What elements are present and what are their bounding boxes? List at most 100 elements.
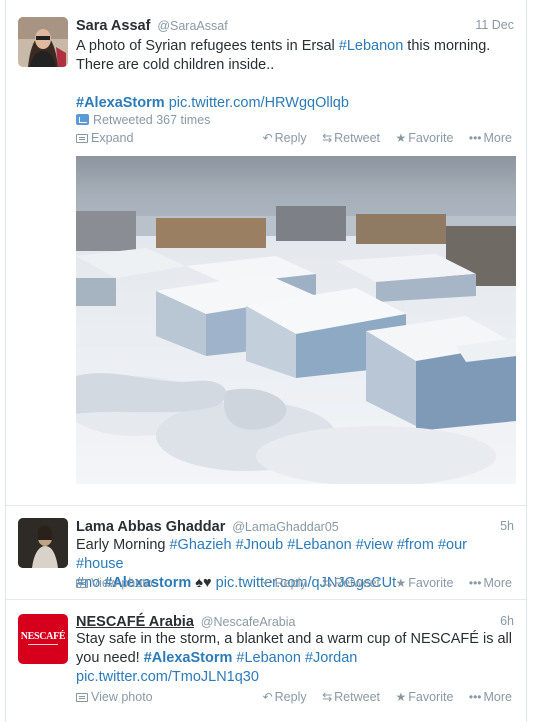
hashtag-link[interactable]: #Ghazieh — [169, 537, 231, 553]
author-name[interactable]: Sara Assaf — [76, 18, 150, 34]
retweet-button[interactable]: ⇆ Retweet — [322, 576, 380, 590]
more-label: More — [483, 131, 512, 145]
tweet-text-line: There are cold children inside.. — [76, 57, 275, 73]
retweet-count[interactable]: Retweeted 367 times — [76, 113, 210, 127]
avatar[interactable] — [18, 518, 68, 568]
more-label: More — [483, 690, 512, 704]
hashtag-link[interactable]: #our — [438, 537, 467, 553]
reply-button[interactable]: ↶ Reply — [263, 576, 307, 590]
avatar[interactable]: NESCAFÉ — [18, 614, 68, 664]
star-icon: ★ — [395, 131, 407, 145]
more-dots-icon: ••• — [468, 690, 482, 704]
hashtag-link[interactable]: #view — [356, 537, 393, 553]
retweet-count-label: Retweeted 367 times — [93, 113, 211, 127]
tweet-text-line: pic.twitter.com/TmoJLN1q30 — [76, 668, 512, 687]
tweet-time[interactable]: 5h — [500, 519, 514, 533]
favorite-button[interactable]: ★ Favorite — [396, 131, 454, 145]
expand-icon — [76, 134, 88, 143]
pic-link[interactable]: pic.twitter.com/HRWgqOllqb — [169, 95, 349, 111]
more-dots-icon: ••• — [468, 131, 482, 145]
more-label: More — [483, 576, 512, 590]
tweet-time[interactable]: 11 Dec — [475, 18, 514, 32]
timeline: Sara Assaf @SaraAssaf 11 Dec A photo of … — [5, 0, 527, 722]
snow-camp-image — [76, 156, 516, 484]
reply-icon: ↶ — [262, 690, 273, 704]
retweet-icon: ⇆ — [322, 131, 333, 145]
reply-label: Reply — [274, 690, 307, 704]
tweet-photo[interactable] — [76, 156, 516, 484]
hashtag-link[interactable]: #from — [397, 537, 434, 553]
reply-label: Reply — [274, 576, 307, 590]
expand-button[interactable]: Expand — [76, 131, 133, 145]
tweet-item[interactable]: Lama Abbas Ghaddar @LamaGhaddar05 5h Ear… — [6, 506, 526, 600]
favorite-button[interactable]: ★ Favorite — [396, 576, 454, 590]
tweet-actions: View photo ↶ Reply ⇆ Retweet ★ Favorite •••… — [76, 576, 512, 592]
nescafe-logo: NESCAFÉ — [20, 631, 66, 642]
reply-icon: ↶ — [262, 131, 273, 145]
text-segment: you need! — [76, 650, 144, 666]
view-photo-label: View photo — [91, 576, 153, 590]
author-name[interactable]: NESCAFÉ Arabia — [76, 614, 194, 630]
logo-divider — [28, 644, 58, 645]
tweet-text-line: #AlexaStorm pic.twitter.com/HRWgqOllqb — [76, 94, 512, 113]
star-icon: ★ — [395, 690, 407, 704]
hashtag-link[interactable]: #AlexaStorm — [76, 95, 165, 111]
hashtag-link[interactable]: #Jnoub — [236, 537, 284, 553]
more-button[interactable]: ••• More — [469, 576, 512, 590]
retweet-label: Retweet — [334, 690, 381, 704]
tweet-actions: View photo ↶ Reply ⇆ Retweet ★ Favorite •••… — [76, 690, 512, 706]
retweet-icon: ⇆ — [322, 690, 333, 704]
tweet-text: A photo of Syrian refugees tents in Ersa… — [76, 37, 512, 113]
reply-label: Reply — [274, 131, 307, 145]
more-dots-icon: ••• — [468, 576, 482, 590]
favorite-label: Favorite — [408, 690, 454, 704]
retweet-label: Retweet — [334, 131, 381, 145]
tweet-item[interactable]: NESCAFÉ NESCAFÉ Arabia @NescafeArabia 6h… — [6, 600, 526, 722]
tweet-text-line: A photo of Syrian refugees tents in Ersa… — [76, 37, 512, 56]
author-username[interactable]: @LamaGhaddar05 — [232, 520, 339, 534]
favorite-button[interactable]: ★ Favorite — [396, 690, 454, 704]
tweet-item[interactable]: Sara Assaf @SaraAssaf 11 Dec A photo of … — [6, 0, 526, 506]
view-photo-button[interactable]: View photo — [76, 690, 153, 704]
expand-label: Expand — [91, 131, 134, 145]
favorite-label: Favorite — [408, 576, 454, 590]
author-username[interactable]: @SaraAssaf — [157, 19, 227, 33]
tweet-header: Sara Assaf @SaraAssaf 11 Dec — [76, 17, 514, 35]
reply-icon: ↶ — [262, 576, 273, 590]
photo-icon — [76, 693, 88, 702]
hashtag-link[interactable]: #Jordan — [305, 650, 357, 666]
tweet-header: NESCAFÉ Arabia @NescafeArabia 6h — [76, 613, 514, 631]
more-button[interactable]: ••• More — [469, 690, 512, 704]
hashtag-link[interactable]: #Lebanon — [236, 650, 301, 666]
retweet-badge-icon — [76, 114, 89, 125]
hashtag-link[interactable]: #house — [76, 556, 124, 572]
favorite-label: Favorite — [408, 131, 454, 145]
more-button[interactable]: ••• More — [469, 131, 512, 145]
reply-button[interactable]: ↶ Reply — [263, 131, 307, 145]
star-icon: ★ — [395, 576, 407, 590]
photo-icon — [76, 579, 88, 588]
tweet-text-line: Stay safe in the storm, a blanket and a … — [76, 631, 512, 647]
text-segment: this morning. — [403, 38, 491, 54]
retweet-button[interactable]: ⇆ Retweet — [322, 690, 380, 704]
hashtag-link[interactable]: #Lebanon — [287, 537, 352, 553]
tweet-text-line: you need! #AlexaStorm #Lebanon #Jordan — [76, 649, 512, 668]
view-photo-label: View photo — [91, 690, 153, 704]
author-username[interactable]: @NescafeArabia — [201, 615, 296, 629]
tweet-text-line: Early Morning #Ghazieh #Jnoub #Lebanon #… — [76, 536, 512, 574]
retweet-icon: ⇆ — [322, 576, 333, 590]
tweet-text: Stay safe in the storm, a blanket and a … — [76, 630, 512, 687]
pic-link[interactable]: pic.twitter.com/TmoJLN1q30 — [76, 669, 259, 685]
text-segment: A photo of Syrian refugees tents in Ersa… — [76, 38, 339, 54]
reply-button[interactable]: ↶ Reply — [263, 690, 307, 704]
avatar[interactable] — [18, 17, 68, 67]
author-name[interactable]: Lama Abbas Ghaddar — [76, 519, 225, 535]
retweet-button[interactable]: ⇆ Retweet — [322, 131, 380, 145]
tweet-time[interactable]: 6h — [500, 614, 514, 628]
tweet-actions: Expand ↶ Reply ⇆ Retweet ★ Favorite ••• More — [76, 131, 512, 147]
view-photo-button[interactable]: View photo — [76, 576, 153, 590]
hashtag-link[interactable]: #Lebanon — [339, 38, 404, 54]
text-segment: Early Morning — [76, 537, 170, 553]
hashtag-link[interactable]: #AlexaStorm — [144, 650, 233, 666]
